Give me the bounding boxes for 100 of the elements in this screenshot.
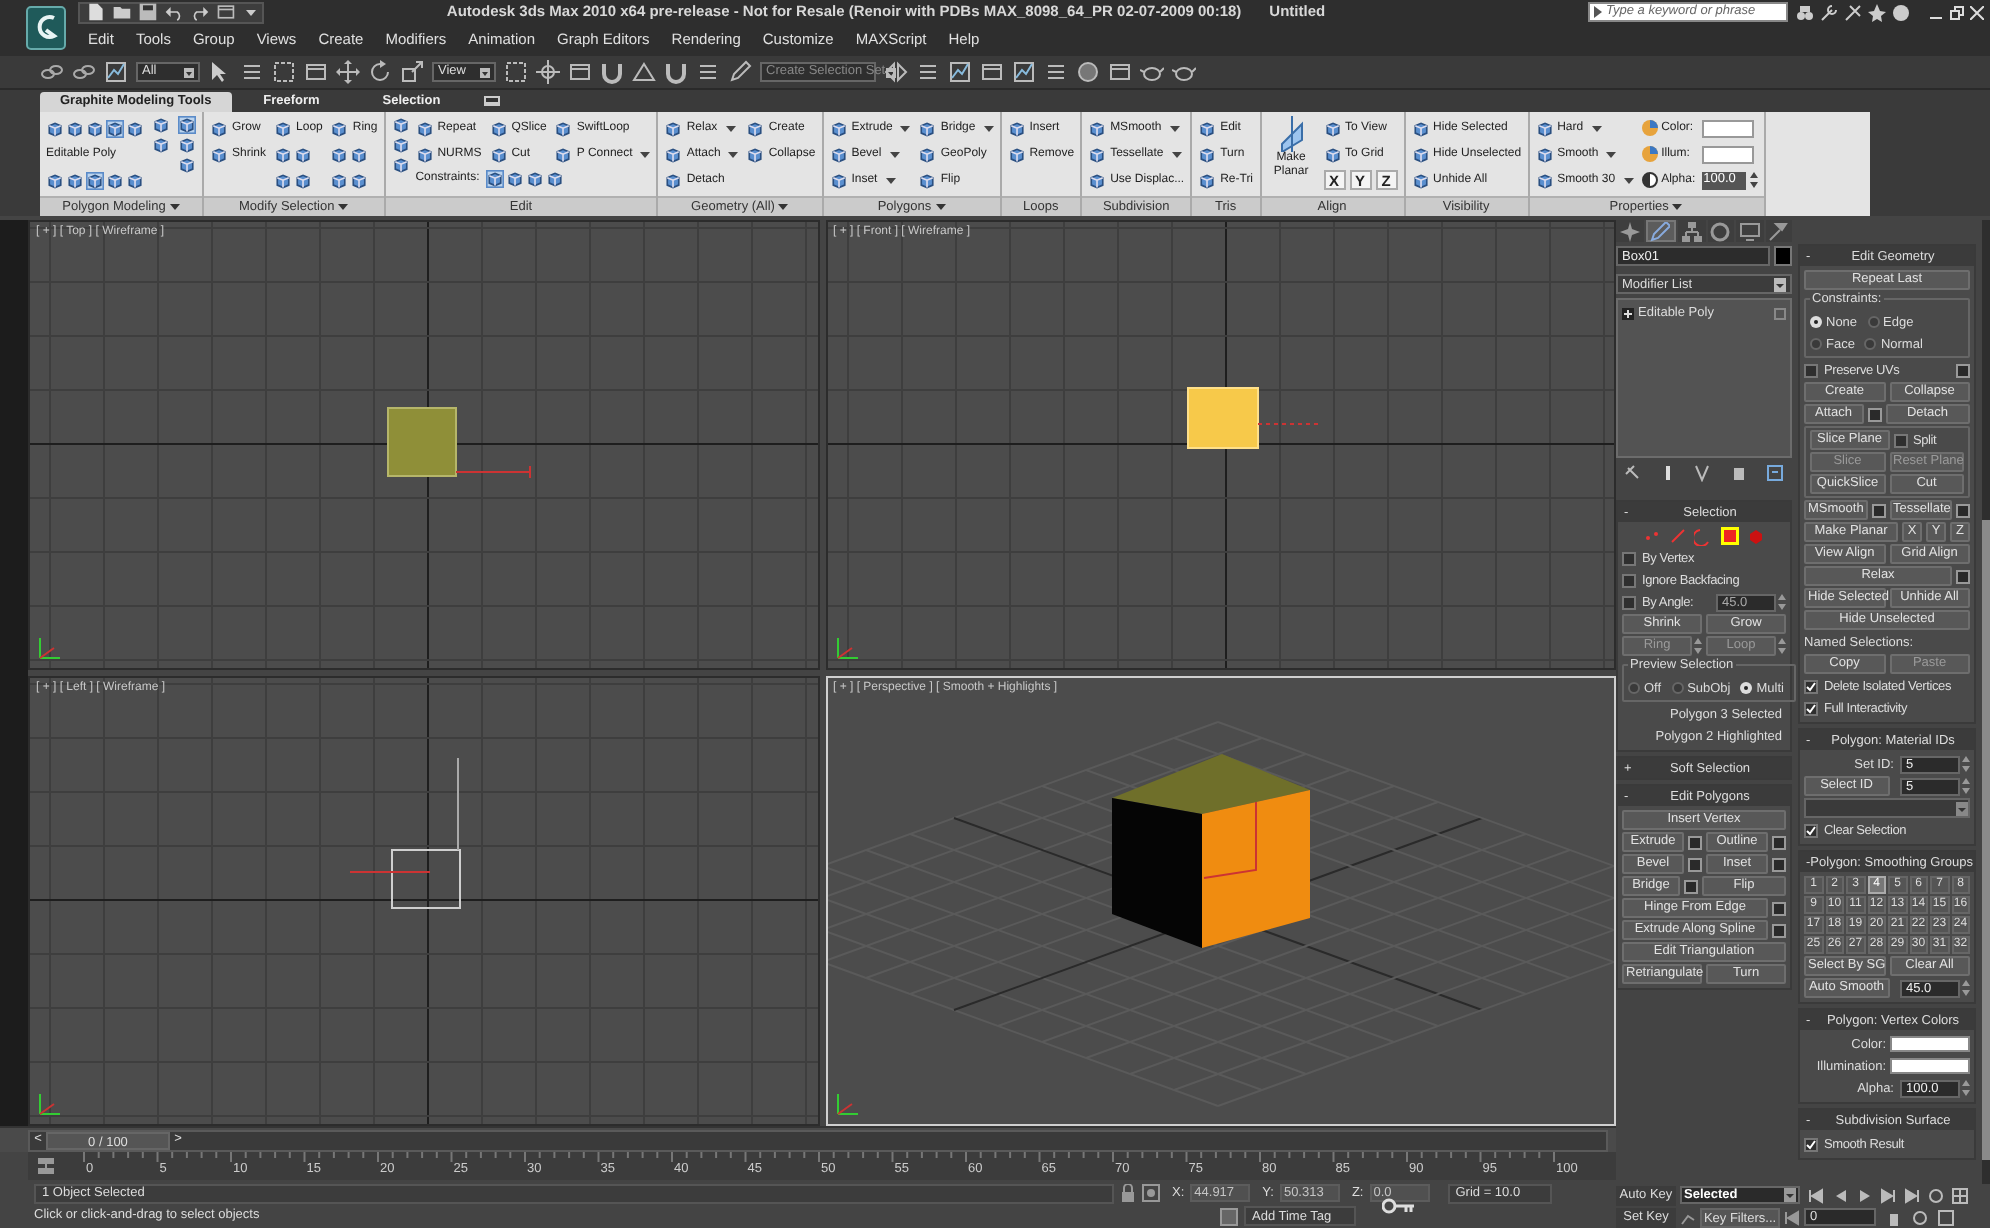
cube-icon[interactable] [330,171,349,189]
lock-icon[interactable] [1120,1184,1136,1203]
dropdown-arrow-icon[interactable] [1956,801,1968,815]
settings-button[interactable] [1871,503,1885,517]
cube-icon[interactable] [46,171,64,189]
crosshair-icon[interactable] [536,60,560,84]
polygon-icon[interactable] [1720,526,1740,546]
sphere-icon[interactable] [1076,60,1100,84]
rotate-icon[interactable] [368,60,392,84]
step-forward-icon[interactable] [1880,1187,1896,1203]
cube-icon[interactable] [1088,171,1107,189]
checkbox[interactable] [1622,573,1636,587]
cube-icon[interactable] [485,169,504,187]
settings-button[interactable] [1956,363,1970,377]
checkbox[interactable] [1804,701,1818,715]
dashed-square-icon[interactable] [272,60,296,84]
cube-icon[interactable] [330,145,349,163]
cube-icon[interactable] [126,119,144,137]
cube-icon[interactable] [274,145,293,163]
toggle-box-icon[interactable] [1774,307,1786,319]
cube-icon[interactable] [1088,119,1107,137]
object-color-swatch[interactable] [1774,246,1792,266]
cube-icon[interactable] [46,119,64,137]
cube-icon[interactable] [1323,119,1342,137]
cube-icon[interactable] [294,171,313,189]
cube-icon[interactable] [1411,145,1430,163]
magnet-icon[interactable] [600,60,624,84]
cube-icon[interactable] [126,171,144,189]
cube-icon[interactable] [178,116,196,134]
cube-icon[interactable] [1007,145,1026,163]
cube-icon[interactable] [152,116,170,134]
transform-mode-icon[interactable] [1142,1184,1160,1203]
cube-icon[interactable] [918,119,937,137]
checkbox[interactable] [1804,823,1818,837]
cube-icon[interactable] [1198,171,1217,189]
cube-icon[interactable] [554,145,573,163]
graph-icon[interactable] [104,60,128,84]
caret-icon[interactable] [983,125,994,131]
cube-icon[interactable] [106,119,124,137]
dropdown-arrow-icon[interactable] [885,67,896,77]
cube-icon[interactable] [274,119,293,137]
cube-icon[interactable] [66,119,84,137]
move-arrows-icon[interactable] [336,60,360,84]
cube-icon[interactable] [66,171,84,189]
checkbox[interactable] [1804,1137,1818,1151]
window-icon[interactable] [304,60,328,84]
scale-icon[interactable] [400,60,424,84]
caret-icon[interactable] [1672,204,1683,210]
dropdown-arrow-icon[interactable] [1784,1188,1796,1202]
window-icon[interactable] [1108,60,1132,84]
cube-icon[interactable] [489,119,508,137]
config-icon[interactable] [1765,464,1784,482]
caret-icon[interactable] [900,125,911,131]
skip-end-icon[interactable] [1904,1187,1920,1203]
key-icon[interactable] [1382,1198,1414,1214]
cube-icon[interactable] [350,145,369,163]
cube-icon[interactable] [664,171,683,189]
cube-icon[interactable] [350,171,369,189]
cube-icon[interactable] [86,171,104,189]
radio-button[interactable] [1740,682,1753,694]
settings-button[interactable] [1867,407,1881,421]
caret-icon[interactable] [1169,125,1180,131]
caret-icon[interactable] [169,204,180,210]
caret-icon[interactable] [935,204,946,210]
spinner-arrows-icon[interactable] [1778,594,1786,610]
color-swatch[interactable] [1701,119,1754,137]
pencil-icon[interactable] [728,60,752,84]
track-bar-icon[interactable] [36,1156,56,1177]
bars-icon[interactable] [1044,60,1068,84]
triangle-icon[interactable] [632,60,656,84]
spinner-arrows-icon[interactable] [1962,778,1970,794]
color-swatch[interactable] [1890,1036,1970,1052]
cube-icon[interactable] [178,136,196,154]
square-icon[interactable] [1220,1207,1238,1225]
dropdown-arrow-icon[interactable] [184,67,194,77]
settings-button[interactable] [1956,503,1970,517]
panel-tab[interactable] [1678,220,1705,242]
cube-icon[interactable] [294,145,313,163]
cube-icon[interactable] [829,145,848,163]
settings-button[interactable] [1956,569,1970,583]
caret-icon[interactable] [338,204,349,210]
cube-icon[interactable] [86,119,104,137]
vertex-dots-icon[interactable] [1642,526,1662,546]
caret-icon[interactable] [246,9,256,15]
app-logo-icon[interactable] [26,6,66,50]
cube-icon[interactable] [829,171,848,189]
spinner-arrows-icon[interactable] [1694,638,1702,654]
graph-icon[interactable] [1012,60,1036,84]
radio-button[interactable] [1810,316,1822,328]
dropdown-field[interactable] [1804,798,1970,818]
cube-icon[interactable] [489,145,508,163]
chain-link-icon[interactable] [40,60,64,84]
maximize-icon[interactable] [1938,1209,1954,1225]
spinner-arrows-icon[interactable] [1962,756,1970,772]
window-icon[interactable] [216,2,236,22]
restore-icon[interactable] [1950,5,1964,19]
skip-start-icon[interactable] [1808,1187,1824,1203]
undo-icon[interactable] [164,2,184,22]
cube-icon[interactable] [391,116,410,134]
cube-icon[interactable] [1535,119,1554,137]
